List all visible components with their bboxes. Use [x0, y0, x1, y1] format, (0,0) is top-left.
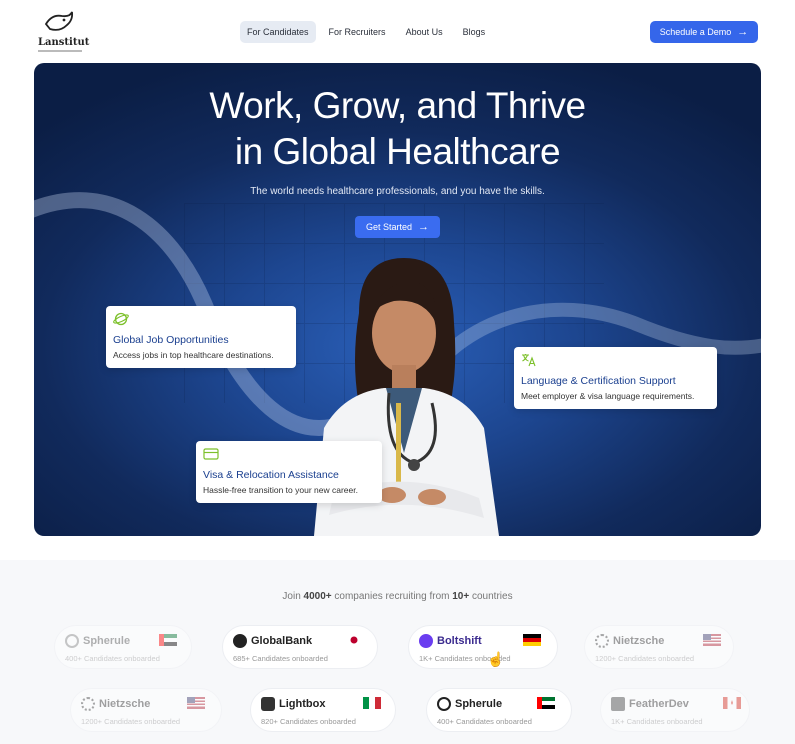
germany-flag-icon: [523, 634, 541, 646]
feature-card-desc: Hassle-free transition to your new caree…: [203, 485, 358, 495]
feature-card-title: Language & Certification Support: [521, 375, 676, 387]
schedule-demo-button[interactable]: Schedule a Demo →: [650, 21, 758, 43]
company-name: Lightbox: [279, 698, 326, 710]
nav-about-us[interactable]: About Us: [399, 21, 450, 43]
spherule-logo-icon: [65, 634, 79, 648]
nav-blogs[interactable]: Blogs: [456, 21, 493, 43]
company-count: 820+ Candidates onboarded: [261, 717, 356, 726]
schedule-demo-label: Schedule a Demo: [659, 27, 732, 37]
usa-flag-icon: [703, 634, 721, 646]
company-name: Spherule: [455, 698, 503, 710]
company-name: FeatherDev: [629, 698, 689, 710]
feature-card-title: Global Job Opportunities: [113, 334, 229, 346]
bird-logo-icon: [44, 11, 74, 31]
companies-section: Join 4000+ companies recruiting from 10+…: [0, 560, 795, 744]
usa-flag-icon: [187, 697, 205, 709]
brand-logo[interactable]: Lanstitut: [38, 10, 90, 52]
company-count: 1K+ Candidates onboarded: [611, 717, 703, 726]
hero-title-line2: in Global Healthcare: [234, 131, 561, 172]
company-pill-featherdev[interactable]: FeatherDev 1K+ Candidates onboarded: [600, 688, 750, 732]
intro-suffix: countries: [469, 591, 513, 602]
uae-flag-icon: [537, 697, 555, 709]
company-pill-globalbank[interactable]: GlobalBank 685+ Candidates onboarded: [222, 625, 378, 669]
logo-text: Lanstitut: [38, 37, 90, 48]
hand-cursor-icon: ☝: [487, 651, 505, 667]
company-count: 1200+ Candidates onboarded: [81, 717, 181, 726]
company-count: 1200+ Candidates onboarded: [595, 654, 695, 663]
main-menu: For Candidates For Recruiters About Us B…: [240, 21, 492, 43]
company-count: 685+ Candidates onboarded: [233, 654, 328, 663]
company-name: Nietzsche: [613, 635, 665, 647]
feature-card-global-jobs[interactable]: Global Job Opportunities Access jobs in …: [106, 306, 296, 368]
company-pill-spherule-2[interactable]: Spherule 400+ Candidates onboarded: [426, 688, 572, 732]
company-pill-boltshift[interactable]: Boltshift 1K+ Candidates onboarded: [408, 625, 558, 669]
feature-card-title: Visa & Relocation Assistance: [203, 469, 339, 481]
feature-card-language-support[interactable]: Language & Certification Support Meet em…: [514, 347, 717, 409]
company-pill-nietzsche-2[interactable]: Nietzsche 1200+ Candidates onboarded: [70, 688, 222, 732]
hero-title: Work, Grow, and Thrive in Global Healthc…: [34, 83, 761, 175]
top-navbar: Lanstitut For Candidates For Recruiters …: [0, 0, 795, 62]
company-name: Nietzsche: [99, 698, 151, 710]
globe-icon: [113, 312, 129, 326]
arrow-right-icon: →: [737, 25, 749, 38]
company-count: 400+ Candidates onboarded: [65, 654, 160, 663]
translate-icon: [522, 354, 536, 367]
companies-intro: Join 4000+ companies recruiting from 10+…: [0, 591, 795, 602]
feature-card-desc: Access jobs in top healthcare destinatio…: [113, 350, 274, 360]
intro-countries: 10+: [452, 591, 470, 602]
hero-subtitle: The world needs healthcare professionals…: [250, 186, 545, 197]
intro-count: 4000+: [303, 591, 332, 602]
arrow-right-icon: →: [418, 220, 430, 233]
lightbox-logo-icon: [261, 697, 275, 711]
hero-title-line1: Work, Grow, and Thrive: [209, 85, 586, 126]
nav-for-recruiters[interactable]: For Recruiters: [322, 21, 393, 43]
company-count: 400+ Candidates onboarded: [437, 717, 532, 726]
get-started-button[interactable]: Get Started →: [355, 216, 440, 238]
intro-prefix: Join: [282, 591, 304, 602]
intro-middle: companies recruiting from: [331, 591, 453, 602]
canada-flag-icon: [723, 697, 741, 709]
hero-section: Work, Grow, and Thrive in Global Healthc…: [34, 63, 761, 536]
card-icon: [203, 448, 219, 460]
feature-card-desc: Meet employer & visa language requiremen…: [521, 391, 695, 401]
featherdev-logo-icon: [611, 697, 625, 711]
logo-tagline: [38, 50, 82, 52]
globalbank-logo-icon: [233, 634, 247, 648]
italy-flag-icon: [363, 697, 381, 709]
feature-card-visa-relocation[interactable]: Visa & Relocation Assistance Hassle-free…: [196, 441, 382, 503]
company-name: Spherule: [83, 635, 131, 647]
nietzsche-logo-icon: [595, 634, 609, 648]
company-pill-lightbox[interactable]: Lightbox 820+ Candidates onboarded: [250, 688, 396, 732]
company-pill-spherule[interactable]: Spherule 400+ Candidates onboarded: [54, 625, 192, 669]
company-name: GlobalBank: [251, 635, 313, 647]
spherule-logo-icon: [437, 697, 451, 711]
nietzsche-logo-icon: [81, 697, 95, 711]
get-started-label: Get Started: [365, 222, 413, 232]
uae-flag-icon: [159, 634, 177, 646]
company-name: Boltshift: [437, 635, 482, 647]
japan-flag-icon: [345, 634, 363, 646]
boltshift-logo-icon: [419, 634, 433, 648]
company-pill-nietzsche[interactable]: Nietzsche 1200+ Candidates onboarded: [584, 625, 734, 669]
nav-for-candidates[interactable]: For Candidates: [240, 21, 316, 43]
